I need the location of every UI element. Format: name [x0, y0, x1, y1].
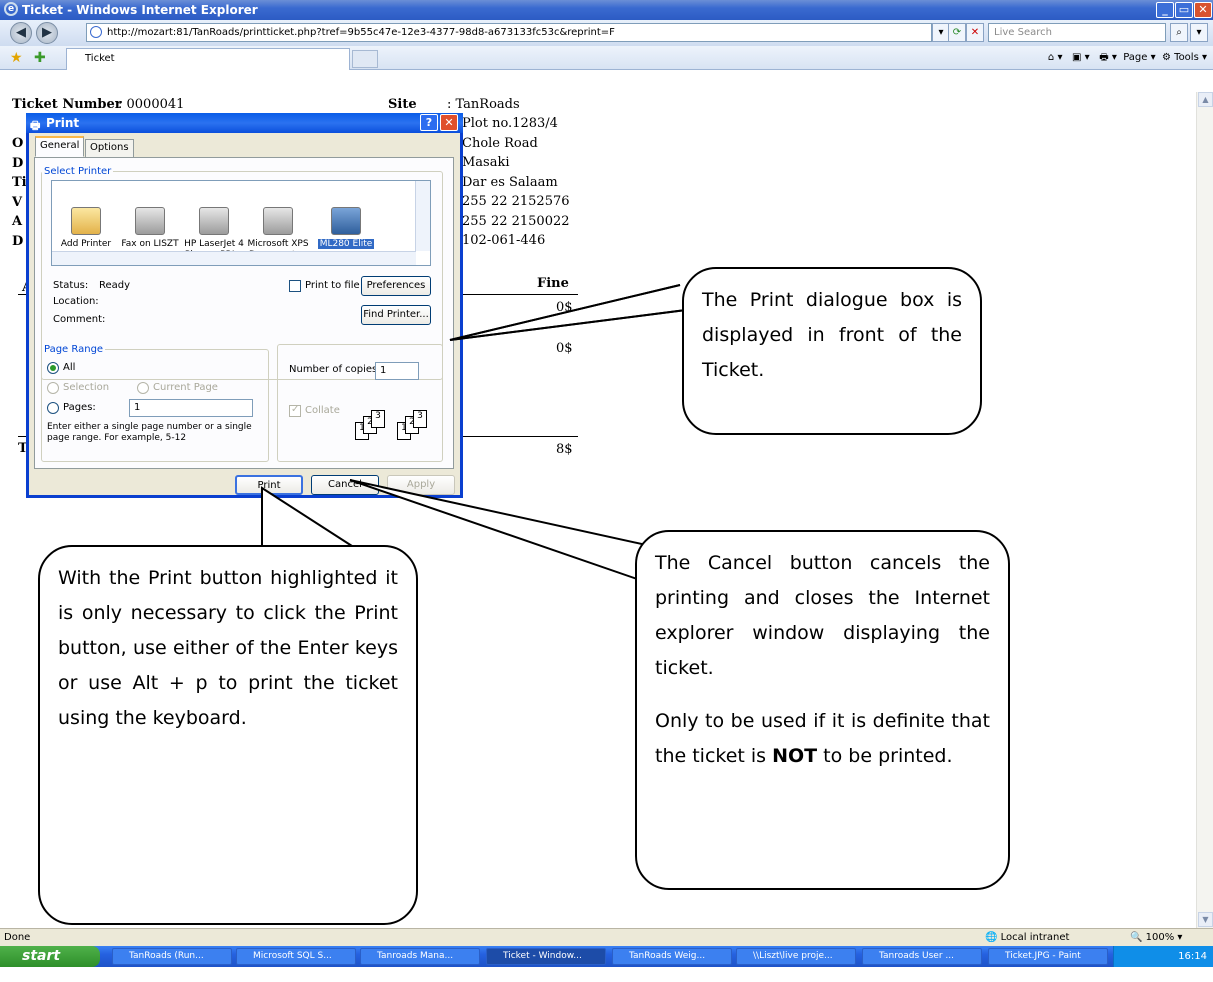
taskbar-item[interactable]: Ticket - Window... — [486, 948, 606, 965]
start-button[interactable]: start — [0, 946, 100, 967]
clock: 16:14 — [1178, 951, 1207, 962]
taskbar-item[interactable]: Tanroads Mana... — [360, 948, 480, 965]
callout-cancel-text-2: Only to be used if it is definite that t… — [655, 710, 990, 767]
callout-cancel-text-1: The Cancel button cancels the printing a… — [655, 552, 990, 679]
status-bar: Done 🌐 Local intranet 🔍 100% ▾ — [0, 928, 1213, 946]
status-text: Done — [4, 932, 31, 943]
taskbar-item[interactable]: Microsoft SQL S... — [236, 948, 356, 965]
callout-print-dialog-text: The Print dialogue box is displayed in f… — [702, 289, 962, 381]
taskbar-item[interactable]: TanRoads Weig... — [612, 948, 732, 965]
system-tray: 16:14 — [1113, 946, 1213, 967]
taskbar-item[interactable]: Ticket.JPG - Paint — [988, 948, 1108, 965]
zone-indicator: 🌐 Local intranet — [985, 932, 1070, 943]
callout-print-dialog: The Print dialogue box is displayed in f… — [682, 267, 982, 435]
tab-general[interactable]: General — [35, 136, 85, 157]
zoom-control[interactable]: 🔍 100% ▾ — [1130, 929, 1182, 946]
callout-cancel-button: The Cancel button cancels the printing a… — [635, 530, 1010, 890]
taskbar-item[interactable]: TanRoads (Run... — [112, 948, 232, 965]
callout-print-button: With the Print button highlighted it is … — [38, 545, 418, 925]
taskbar-item[interactable]: \\Liszt\live proje... — [736, 948, 856, 965]
taskbar: start TanRoads (Run... Microsoft SQL S...… — [0, 946, 1213, 967]
taskbar-item[interactable]: Tanroads User ... — [862, 948, 982, 965]
callout-print-button-text: With the Print button highlighted it is … — [58, 567, 398, 729]
